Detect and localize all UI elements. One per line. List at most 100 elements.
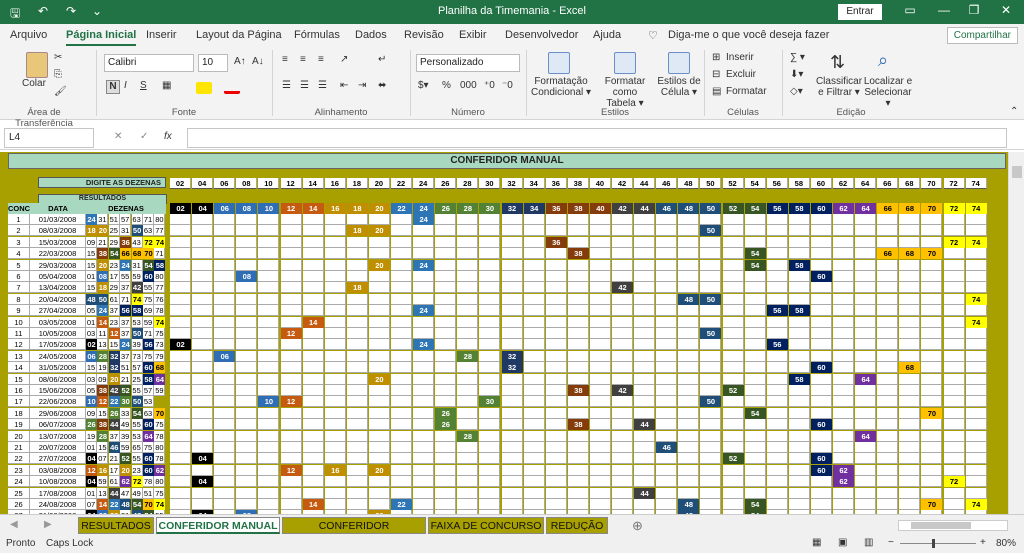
match-cell[interactable] xyxy=(368,407,390,419)
clear-icon[interactable]: ◇▾ xyxy=(790,86,803,97)
share-button[interactable]: Compartilhar xyxy=(946,27,1018,44)
row-conc[interactable]: 22 xyxy=(8,453,30,465)
match-cell[interactable] xyxy=(700,407,722,419)
row-dezena[interactable]: 75 xyxy=(154,419,166,431)
match-cell[interactable] xyxy=(833,453,855,465)
match-cell[interactable]: 44 xyxy=(634,487,656,499)
match-cell[interactable] xyxy=(523,282,545,294)
match-cell[interactable] xyxy=(545,293,567,305)
match-cell[interactable] xyxy=(413,419,435,431)
match-cell[interactable] xyxy=(435,350,457,362)
match-cell[interactable] xyxy=(457,316,479,328)
row-dezena[interactable]: 78 xyxy=(154,453,166,465)
scroll-thumb[interactable] xyxy=(1012,166,1022,178)
match-cell[interactable] xyxy=(214,407,236,419)
match-cell[interactable] xyxy=(302,214,324,225)
cell-styles-button[interactable]: Estilos de Célula ▾ xyxy=(656,76,702,98)
match-cell[interactable]: 44 xyxy=(634,419,656,431)
ribbon-display-icon[interactable]: ▭ xyxy=(900,3,920,17)
match-cell[interactable] xyxy=(545,225,567,237)
row-conc[interactable]: 10 xyxy=(8,316,30,328)
row-dezena[interactable]: 12 xyxy=(97,396,109,408)
match-cell[interactable] xyxy=(545,430,567,442)
match-cell[interactable]: 64 xyxy=(855,430,877,442)
row-dezena[interactable]: 70 xyxy=(143,499,154,510)
match-cell[interactable] xyxy=(192,487,214,499)
match-cell[interactable] xyxy=(302,362,324,374)
match-cell[interactable]: 54 xyxy=(744,499,766,510)
match-cell[interactable] xyxy=(943,419,965,431)
row-date[interactable]: 24/08/2008 xyxy=(30,499,86,510)
row-dezena[interactable]: 24 xyxy=(97,305,109,317)
row-dezena[interactable]: 55 xyxy=(131,453,143,465)
hscroll-thumb[interactable] xyxy=(911,522,971,529)
row-dezena[interactable]: 70 xyxy=(143,248,154,260)
match-cell[interactable] xyxy=(766,316,788,328)
match-cell[interactable] xyxy=(567,259,589,271)
match-cell[interactable] xyxy=(744,271,766,282)
match-cell[interactable] xyxy=(435,236,457,248)
match-cell[interactable] xyxy=(258,316,280,328)
match-cell[interactable] xyxy=(236,373,258,385)
match-cell[interactable] xyxy=(457,499,479,510)
match-cell[interactable] xyxy=(855,362,877,374)
match-cell[interactable] xyxy=(833,282,855,294)
input-number-cell[interactable]: 28 xyxy=(457,178,479,189)
row-date[interactable]: 24/05/2008 xyxy=(30,350,86,362)
match-cell[interactable] xyxy=(236,339,258,351)
match-cell[interactable] xyxy=(391,282,413,294)
match-cell[interactable] xyxy=(170,396,192,408)
match-cell[interactable] xyxy=(545,453,567,465)
row-dezena[interactable]: 02 xyxy=(86,339,97,351)
match-cell[interactable] xyxy=(479,350,501,362)
match-cell[interactable] xyxy=(523,464,545,476)
match-cell[interactable] xyxy=(855,248,877,260)
match-cell[interactable] xyxy=(501,225,523,237)
row-dezena[interactable]: 24 xyxy=(120,259,132,271)
input-number-cell[interactable]: 64 xyxy=(855,178,877,189)
row-dezena[interactable]: 13 xyxy=(97,487,109,499)
match-cell[interactable] xyxy=(766,362,788,374)
match-cell[interactable] xyxy=(612,373,634,385)
match-cell[interactable] xyxy=(324,430,346,442)
row-dezena[interactable]: 42 xyxy=(131,282,143,294)
match-cell[interactable]: 10 xyxy=(258,396,280,408)
match-cell[interactable] xyxy=(965,373,987,385)
match-cell[interactable] xyxy=(435,453,457,465)
match-cell[interactable] xyxy=(877,362,899,374)
match-cell[interactable] xyxy=(192,499,214,510)
match-cell[interactable] xyxy=(457,271,479,282)
row-dezena[interactable]: 49 xyxy=(120,419,132,431)
row-dezena[interactable]: 10 xyxy=(86,396,97,408)
match-cell[interactable] xyxy=(523,248,545,260)
row-dezena[interactable]: 80 xyxy=(154,476,166,488)
match-cell[interactable] xyxy=(567,476,589,488)
row-dezena[interactable]: 26 xyxy=(86,419,97,431)
match-cell[interactable] xyxy=(324,476,346,488)
match-cell[interactable] xyxy=(612,214,634,225)
name-box[interactable]: L4 xyxy=(4,128,94,148)
match-cell[interactable] xyxy=(899,339,921,351)
match-cell[interactable] xyxy=(435,487,457,499)
match-cell[interactable] xyxy=(943,453,965,465)
match-cell[interactable] xyxy=(678,464,700,476)
match-cell[interactable] xyxy=(479,271,501,282)
match-cell[interactable] xyxy=(324,453,346,465)
header-data[interactable]: DATA xyxy=(30,203,86,214)
match-cell[interactable]: 24 xyxy=(413,339,435,351)
match-cell[interactable] xyxy=(943,259,965,271)
match-cell[interactable] xyxy=(324,214,346,225)
match-cell[interactable] xyxy=(899,499,921,510)
match-cell[interactable] xyxy=(302,339,324,351)
match-cell[interactable] xyxy=(479,487,501,499)
match-cell[interactable] xyxy=(413,396,435,408)
match-cell[interactable] xyxy=(965,350,987,362)
match-cell[interactable] xyxy=(877,430,899,442)
match-cell[interactable] xyxy=(833,214,855,225)
match-cell[interactable] xyxy=(236,305,258,317)
match-cell[interactable] xyxy=(744,339,766,351)
match-cell[interactable] xyxy=(855,259,877,271)
match-cell[interactable] xyxy=(192,225,214,237)
row-dezena[interactable]: 54 xyxy=(131,407,143,419)
currency-icon[interactable]: $▾ xyxy=(418,80,429,91)
